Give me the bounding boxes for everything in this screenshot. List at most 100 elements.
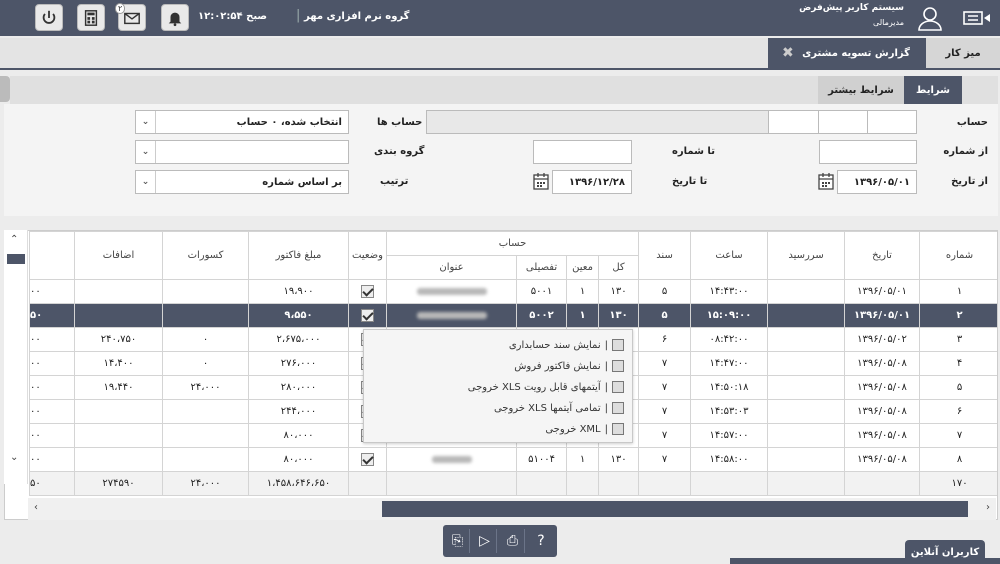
scroll-left-icon[interactable]: ‹ <box>34 502 38 513</box>
cell-status[interactable] <box>348 447 387 472</box>
menu-item-export-xls-visible[interactable]: خروجی XLS آیتمهای قابل رویت | <box>468 377 624 397</box>
col-tafsili[interactable]: تفصیلی <box>516 255 568 280</box>
cell-status[interactable] <box>348 279 387 304</box>
menu-toggle-icon <box>963 11 990 25</box>
top-bar: ۲ ۱۲:۰۲:۵۴ صبح | گروه نرم افزاری مهر سیس… <box>0 0 1000 36</box>
notifications-button[interactable] <box>161 4 189 31</box>
tab-more-conditions[interactable]: شرایط بیشتر <box>818 76 904 104</box>
table-row[interactable]: ۸ ۱۳۹۶/۰۵/۰۸ ۱۴:۵۸:۰۰ ۷ ۱۳۰ ۱ ۵۱۰۰۴ ۸۰،۰۰۰ ۰۰ <box>29 447 997 472</box>
cell-num: ۵ <box>919 375 997 400</box>
col-moein[interactable]: معین <box>566 255 600 280</box>
menu-item-export-xml[interactable]: خروجی XML | <box>545 419 624 439</box>
col-account-group: حساب <box>385 231 640 256</box>
menu-item-show-accounting-doc[interactable]: نمایش سند حسابداری | <box>509 335 624 355</box>
from-number-input[interactable] <box>819 140 917 164</box>
col-deductions[interactable]: کسورات <box>162 231 249 280</box>
accounts-label: حساب ها <box>377 117 423 128</box>
to-number-input[interactable] <box>533 140 632 164</box>
cell-due <box>767 327 846 352</box>
cell-status[interactable] <box>348 303 387 328</box>
cell-date: ۱۳۹۶/۰۵/۰۱ <box>844 279 921 304</box>
sort-select[interactable]: ⌄ بر اساس شماره <box>135 170 349 194</box>
cell-time: ۱۴:۵۰:۱۸ <box>690 375 769 400</box>
side-collapse-handle[interactable] <box>0 76 10 102</box>
cell-due <box>767 423 846 448</box>
calendar-icon[interactable] <box>818 172 834 190</box>
cell-num: ۳ <box>919 327 997 352</box>
table-row[interactable]: ۱ ۱۳۹۶/۰۵/۰۱ ۱۴:۴۳:۰۰ ۵ ۱۳۰ ۱ ۵۰۰۱ ۱۹،۹۰۰ ۰۰ <box>29 279 997 304</box>
cell-num: ۴ <box>919 351 997 376</box>
export-button[interactable]: ⎘ <box>446 529 470 553</box>
scroll-down-icon[interactable]: ⌄ <box>10 452 18 463</box>
sub-tabs-bar: شرایط شرایط بیشتر <box>10 76 998 104</box>
help-button[interactable]: ? <box>529 529 553 553</box>
col-due[interactable]: سررسید <box>767 231 846 280</box>
col-status[interactable]: وضعیت <box>348 231 387 280</box>
cell-doc: ۶ <box>638 327 692 352</box>
col-invoice-amount[interactable]: مبلغ فاکتور <box>248 231 349 280</box>
status-checkbox[interactable] <box>361 453 374 466</box>
print-button[interactable]: ⎙ <box>501 529 525 553</box>
menu-item-label: خروجی XLS تمامی آیتمها <box>493 402 601 414</box>
from-date-input[interactable]: ۱۳۹۶/۰۵/۰۱ <box>837 170 917 194</box>
tab-desk[interactable]: میز کار <box>926 38 1000 68</box>
grouping-select[interactable]: ⌄ <box>135 140 349 164</box>
close-icon[interactable]: ✖ <box>782 45 794 61</box>
from-number-label: از شماره <box>943 146 988 157</box>
calendar-icon[interactable] <box>533 172 549 190</box>
status-checkbox[interactable] <box>361 309 374 322</box>
envelope-icon <box>124 12 140 24</box>
cell-additions: ۱۹،۴۴۰ <box>74 375 163 400</box>
col-date[interactable]: تاریخ <box>844 231 921 280</box>
tab-more-conditions-label: شرایط بیشتر <box>828 84 894 96</box>
power-button[interactable] <box>35 4 63 31</box>
cell-moein: ۱ <box>566 279 600 304</box>
cell-title <box>385 303 518 328</box>
col-number[interactable]: شماره <box>919 231 997 280</box>
messages-button[interactable]: ۲ <box>115 3 146 31</box>
account-code-1[interactable] <box>867 110 917 134</box>
accounts-select[interactable]: ⌄ انتخاب شده، ۰ حساب <box>135 110 349 134</box>
menu-item-export-xls-all[interactable]: خروجی XLS تمامی آیتمها | <box>494 398 624 418</box>
col-time[interactable]: ساعت <box>690 231 769 280</box>
vertical-scrollbar[interactable]: ⌃ ⌄ <box>4 230 28 484</box>
cell-invoice-amount: ۸۰،۰۰۰ <box>248 447 349 472</box>
col-title[interactable]: عنوان <box>385 255 518 280</box>
scroll-up-icon[interactable]: ⌃ <box>10 234 18 245</box>
to-date-input[interactable]: ۱۳۹۶/۱۲/۲۸ <box>552 170 632 194</box>
cell-time: ۱۴:۵۷:۰۰ <box>690 423 769 448</box>
cell-due <box>767 399 846 424</box>
tab-customer-settlement[interactable]: گزارش تسویه مشتری ✖ <box>768 38 926 68</box>
menu-toggle[interactable] <box>962 6 992 30</box>
calculator-button[interactable] <box>77 4 105 31</box>
cell-num: ۱ <box>919 279 997 304</box>
menu-item-label: خروجی XLS آیتمهای قابل رویت <box>467 381 601 393</box>
account-name-field[interactable] <box>426 110 769 134</box>
account-code-2[interactable] <box>818 110 868 134</box>
menu-item-label: نمایش سند حسابداری <box>508 339 601 351</box>
scroll-right-icon[interactable]: › <box>986 502 990 513</box>
online-users-tab[interactable]: کاربران آنلاین <box>905 540 985 564</box>
tab-conditions[interactable]: شرایط <box>904 76 962 104</box>
menu-item-show-sales-invoice[interactable]: نمایش فاکتور فروش | <box>514 356 624 376</box>
horizontal-scrollbar[interactable]: ‹ › <box>28 498 996 520</box>
col-additions[interactable]: اضافات <box>74 231 163 280</box>
cell-additions <box>74 423 163 448</box>
col-kol[interactable]: کل <box>598 255 640 280</box>
cell-deductions: ۲۴،۰۰۰ <box>162 375 249 400</box>
run-button[interactable]: ▷ <box>473 529 497 553</box>
to-date-value: ۱۳۹۶/۱۲/۲۸ <box>568 176 625 188</box>
scroll-thumb[interactable] <box>7 254 25 264</box>
cell-date: ۱۳۹۶/۰۵/۰۸ <box>844 447 921 472</box>
account-code-3[interactable] <box>768 110 819 134</box>
cell-date: ۱۳۹۶/۰۵/۰۸ <box>844 351 921 376</box>
user-avatar[interactable] <box>916 4 944 32</box>
table-row[interactable]: ۲ ۱۳۹۶/۰۵/۰۱ ۱۵:۰۹:۰۰ ۵ ۱۳۰ ۱ ۵۰۰۲ ۹،۵۵۰ ۵۰ <box>29 303 997 328</box>
col-doc[interactable]: سند <box>638 231 692 280</box>
cell-deductions <box>162 447 249 472</box>
footer-deductions: ۲۴،۰۰۰ <box>162 471 249 496</box>
status-checkbox[interactable] <box>361 285 374 298</box>
cell-time: ۱۴:۵۳:۰۳ <box>690 399 769 424</box>
accounts-select-value: انتخاب شده، ۰ حساب <box>236 116 342 128</box>
scroll-thumb-horizontal[interactable] <box>382 501 968 517</box>
